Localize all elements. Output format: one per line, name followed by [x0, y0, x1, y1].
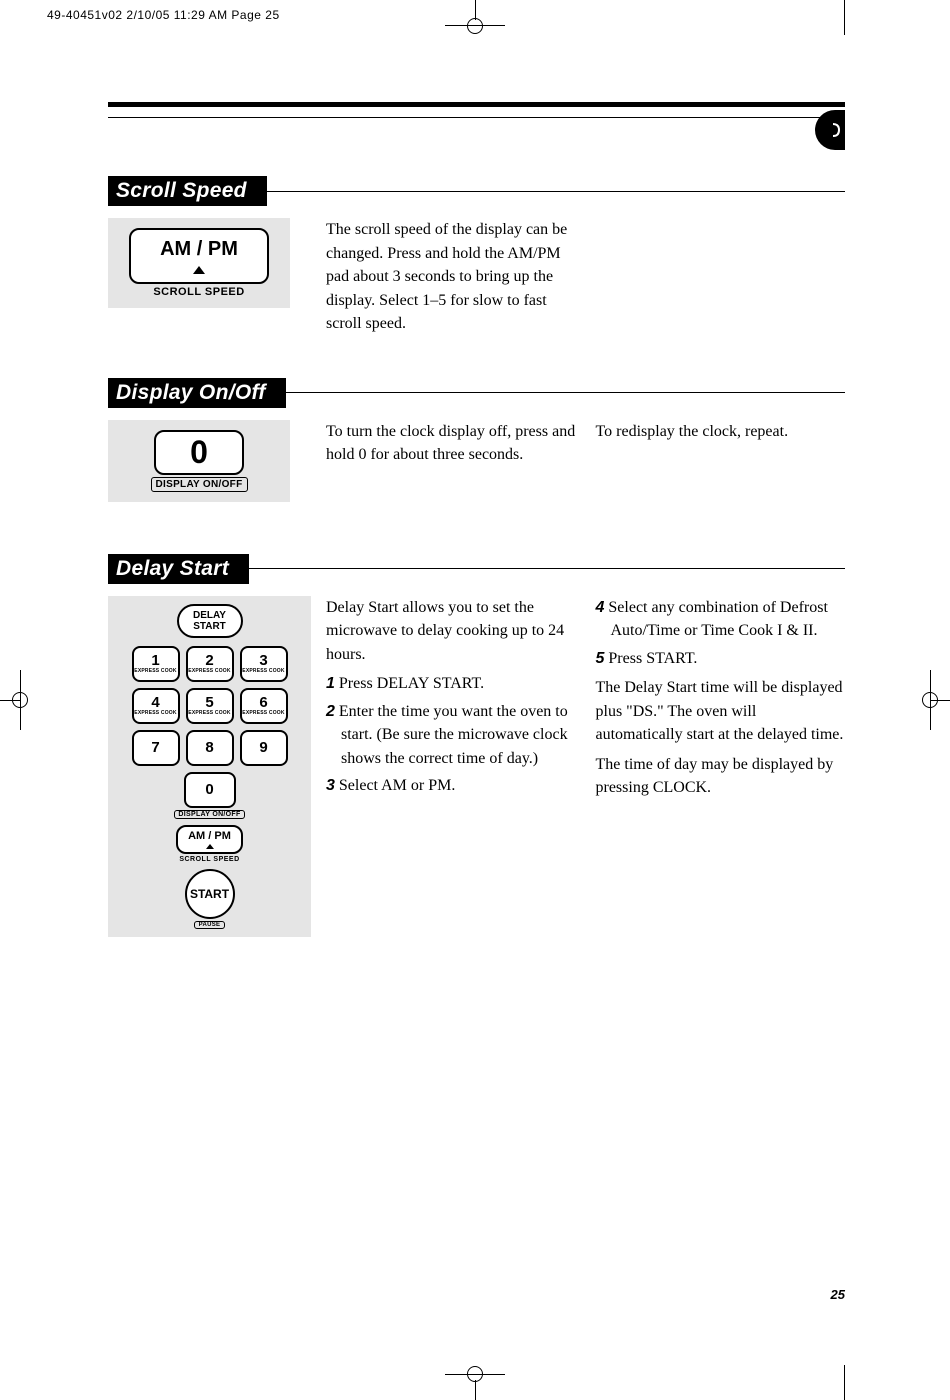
- section-scroll-speed: Scroll Speed AM / PM SCROLL SPEED The sc…: [108, 176, 845, 336]
- page-number: 25: [831, 1287, 845, 1302]
- keypad-1: 1EXPRESS COOK: [132, 646, 180, 682]
- ampm-pad-diagram: AM / PM SCROLL SPEED: [108, 218, 290, 308]
- keypad-9: 9: [240, 730, 288, 766]
- display-onoff-label: DISPLAY ON/OFF: [151, 477, 248, 492]
- display-onoff-sublabel: DISPLAY ON/OFF: [174, 810, 244, 819]
- mid-rule: [108, 117, 845, 118]
- triangle-up-icon: [193, 266, 205, 274]
- triangle-up-icon: [206, 844, 214, 849]
- print-header: 49-40451v02 2/10/05 11:29 AM Page 25: [47, 8, 280, 22]
- keypad-4: 4EXPRESS COOK: [132, 688, 180, 724]
- delay-start-col1: Delay Start allows you to set the microw…: [326, 596, 576, 937]
- pause-label: PAUSE: [194, 921, 226, 929]
- section-title: Delay Start: [108, 554, 249, 584]
- ampm-mini-label: AM / PM: [188, 830, 231, 842]
- keypad-0: 0: [184, 772, 236, 808]
- section-title: Scroll Speed: [108, 176, 267, 206]
- start-button: START: [185, 869, 235, 919]
- delay-p2: The time of day may be displayed by pres…: [596, 753, 846, 800]
- display-onoff-text-1: To turn the clock display off, press and…: [326, 420, 576, 502]
- keypad-7: 7: [132, 730, 180, 766]
- crop-mark-left: [0, 660, 40, 740]
- keypad-5: 5EXPRESS COOK: [186, 688, 234, 724]
- keypad-6: 6EXPRESS COOK: [240, 688, 288, 724]
- keypad-2: 2EXPRESS COOK: [186, 646, 234, 682]
- ampm-label: AM / PM: [160, 238, 238, 260]
- crop-line: [844, 0, 845, 35]
- zero-label: 0: [190, 434, 208, 470]
- display-onoff-text-2: To redisplay the clock, repeat.: [596, 420, 846, 502]
- scroll-speed-label: SCROLL SPEED: [153, 286, 244, 298]
- zero-pad-diagram: 0 DISPLAY ON/OFF: [108, 420, 290, 502]
- scroll-speed-sublabel: SCROLL SPEED: [179, 856, 239, 863]
- section-delay-start: Delay Start DELAY START 1EXPRESS COOK 2E…: [108, 554, 845, 937]
- crop-mark-top: [435, 0, 515, 35]
- crop-line: [844, 1365, 845, 1400]
- scroll-speed-text: The scroll speed of the display can be c…: [326, 218, 576, 336]
- keypad-diagram: DELAY START 1EXPRESS COOK 2EXPRESS COOK …: [108, 596, 311, 937]
- crop-mark-right: [910, 660, 950, 740]
- crop-mark-bottom: [435, 1365, 515, 1400]
- delay-start-col2: 4 Select any combination of Defrost Auto…: [596, 596, 846, 937]
- section-title: Display On/Off: [108, 378, 286, 408]
- page: 49-40451v02 2/10/05 11:29 AM Page 25 Scr…: [0, 0, 950, 1400]
- content-area: Scroll Speed AM / PM SCROLL SPEED The sc…: [108, 102, 845, 1305]
- section-display-onoff: Display On/Off 0 DISPLAY ON/OFF To turn …: [108, 378, 845, 502]
- mascot-icon: [810, 110, 850, 150]
- keypad-8: 8: [186, 730, 234, 766]
- top-rule: [108, 102, 845, 107]
- keypad-3: 3EXPRESS COOK: [240, 646, 288, 682]
- delay-intro: Delay Start allows you to set the microw…: [326, 596, 576, 667]
- delay-p1: The Delay Start time will be displayed p…: [596, 676, 846, 747]
- delay-start-button: DELAY START: [177, 604, 243, 638]
